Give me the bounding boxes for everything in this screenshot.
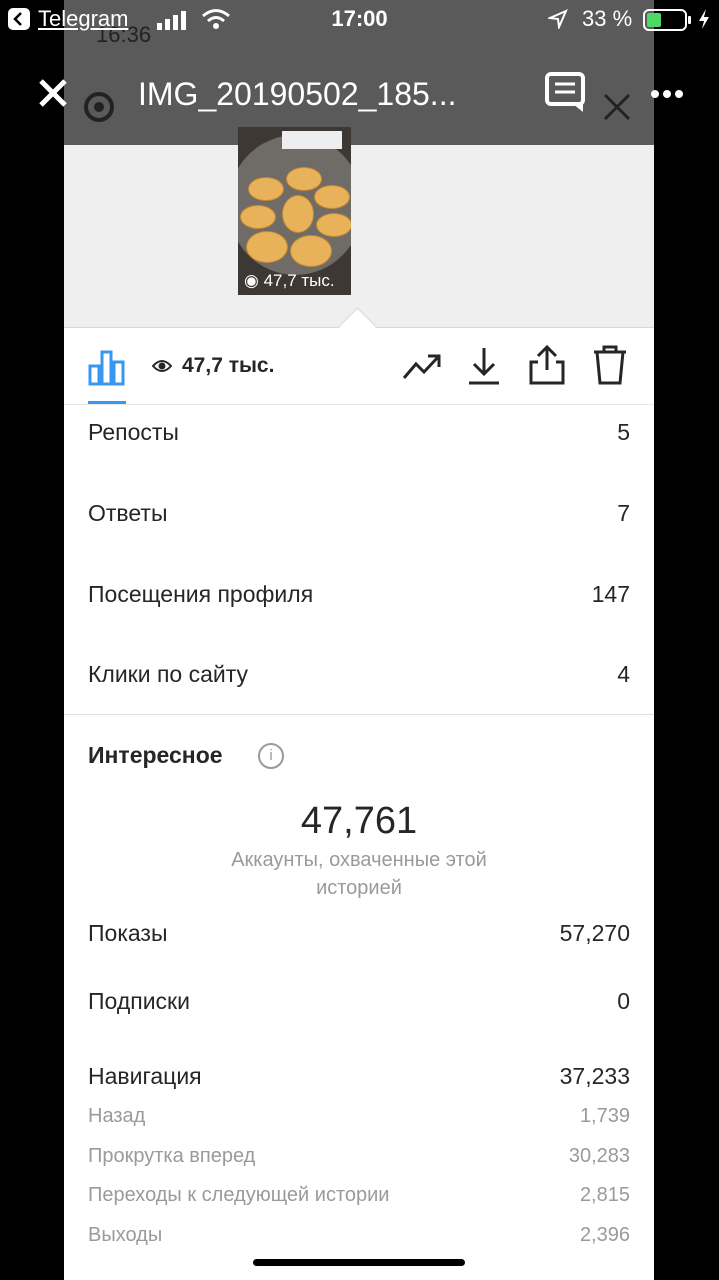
discovery-title: Интересное xyxy=(88,742,223,768)
thumbnail-views: ◉ 47,7 тыс. xyxy=(244,271,335,291)
battery-icon xyxy=(643,8,693,37)
download-icon[interactable] xyxy=(466,346,502,391)
media-viewer-bar: IMG_20190502_185... xyxy=(0,40,719,140)
food-shape xyxy=(246,231,288,263)
eye-icon xyxy=(151,358,173,379)
navigation-label: Прокрутка вперед xyxy=(88,1145,256,1167)
trash-icon[interactable] xyxy=(592,344,628,391)
bar-chart-icon[interactable] xyxy=(88,348,126,391)
reach-number: 47,761 xyxy=(300,800,418,842)
stat-value: 4 xyxy=(617,661,630,687)
food-shape xyxy=(240,205,276,229)
location-icon xyxy=(546,9,568,34)
trending-icon[interactable] xyxy=(402,350,442,387)
discovery-label: Навигация xyxy=(88,1063,202,1089)
discovery-value: 0 xyxy=(617,988,630,1014)
discovery-value: 37,233 xyxy=(559,1063,630,1089)
navigation-value: 30,283 xyxy=(568,1145,630,1167)
close-icon[interactable] xyxy=(38,78,68,113)
views-count: 47,7 тыс. xyxy=(182,354,275,377)
file-title: IMG_20190502_185... xyxy=(138,76,457,112)
reach-caption: Аккаунты, охваченные этой историей xyxy=(231,849,487,899)
story-preview-area xyxy=(64,145,654,328)
more-icon[interactable] xyxy=(650,86,684,104)
story-insights-screenshot: 16:36 47,7 тыс. Репосты 5 Ответы 7 Посещ… xyxy=(64,0,654,1280)
food-shape xyxy=(316,213,351,237)
stat-label: Посещения профиля xyxy=(88,581,314,607)
food-shape xyxy=(290,235,332,267)
insights-toolbar: 47,7 тыс. xyxy=(64,328,654,405)
home-indicator[interactable] xyxy=(253,1259,465,1266)
stat-value: 7 xyxy=(617,500,630,526)
discovery-label: Подписки xyxy=(88,988,190,1014)
stat-label: Ответы xyxy=(88,500,168,526)
battery-percent: 33 % xyxy=(582,6,633,31)
active-tab-underline xyxy=(88,401,126,404)
food-shape xyxy=(314,185,350,209)
food-shape xyxy=(282,195,314,233)
navigation-value: 1,739 xyxy=(579,1105,630,1127)
underlying-close-icon xyxy=(602,92,632,127)
stat-label: Репосты xyxy=(88,419,179,445)
food-shape xyxy=(286,167,322,191)
share-icon[interactable] xyxy=(528,344,566,391)
stat-label: Клики по сайту xyxy=(88,661,249,687)
stat-value: 5 xyxy=(617,419,630,445)
story-thumbnail[interactable]: ◉ 47,7 тыс. xyxy=(238,127,351,295)
discovery-label: Показы xyxy=(88,920,168,946)
section-divider xyxy=(64,714,654,715)
charging-icon xyxy=(697,8,711,35)
navigation-label: Переходы к следующей истории xyxy=(88,1184,390,1206)
food-shape xyxy=(248,177,284,201)
thumbnail-views-text: 47,7 тыс. xyxy=(263,271,335,290)
info-icon[interactable]: i xyxy=(258,743,284,769)
stat-value: 147 xyxy=(591,581,630,607)
discovery-value: 57,270 xyxy=(559,920,630,946)
navigation-label: Назад xyxy=(88,1105,146,1127)
gallery-icon[interactable] xyxy=(545,72,587,117)
eye-icon: ◉ xyxy=(244,271,259,290)
status-bar: Telegram 17:00 33 % xyxy=(0,0,719,40)
gear-icon xyxy=(80,88,118,131)
navigation-value: 2,815 xyxy=(579,1184,630,1206)
navigation-label: Выходы xyxy=(88,1224,163,1246)
navigation-value: 2,396 xyxy=(579,1224,630,1246)
